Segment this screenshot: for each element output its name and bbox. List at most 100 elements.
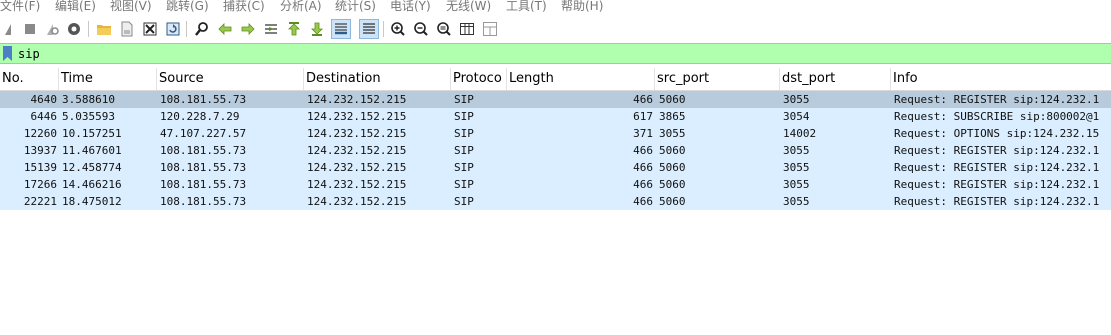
cell-src-port: 5060	[659, 178, 686, 191]
cell-length: 466	[633, 178, 653, 191]
cell-protocol: SIP	[454, 144, 474, 157]
cell-destination: 124.232.152.215	[307, 161, 407, 174]
cell-time: 3.588610	[62, 93, 115, 106]
column-header-protocol[interactable]: Protoco	[451, 68, 507, 90]
column-header-time[interactable]: Time	[59, 68, 157, 90]
menu-telephony[interactable]: 电话(Y)	[390, 0, 431, 14]
table-row[interactable]: 13937 11.467601 108.181.55.73 124.232.152.2…	[0, 142, 1111, 159]
colorize-icon[interactable]	[359, 19, 379, 39]
cell-src-port: 5060	[659, 144, 686, 157]
go-back-icon[interactable]	[216, 20, 234, 38]
cell-time: 11.467601	[62, 144, 122, 157]
menu-wireless[interactable]: 无线(W)	[446, 0, 491, 14]
cell-time: 14.466216	[62, 178, 122, 191]
cell-protocol: SIP	[454, 161, 474, 174]
zoom-normal-icon[interactable]	[435, 20, 453, 38]
cell-source: 47.107.227.57	[160, 127, 247, 140]
main-toolbar	[0, 16, 1111, 42]
column-header-length[interactable]: Length	[507, 68, 655, 90]
menu-help[interactable]: 帮助(H)	[561, 0, 603, 14]
menu-go[interactable]: 跳转(G)	[166, 0, 209, 14]
cell-source: 108.181.55.73	[160, 93, 247, 106]
menu-analyze[interactable]: 分析(A)	[280, 0, 322, 14]
zoom-out-icon[interactable]	[412, 20, 430, 38]
cell-dst-port: 3055	[783, 195, 810, 208]
cell-source: 108.181.55.73	[160, 195, 247, 208]
cell-source: 120.228.7.29	[160, 110, 240, 123]
menu-capture[interactable]: 捕获(C)	[223, 0, 265, 14]
cell-protocol: SIP	[454, 110, 474, 123]
cell-info: Request: REGISTER sip:124.232.1	[894, 144, 1100, 157]
table-row[interactable]: 22221 18.475012 108.181.55.73 124.232.152.2…	[0, 193, 1111, 210]
display-filter-input[interactable]	[16, 45, 1110, 62]
cell-src-port: 5060	[659, 161, 686, 174]
zoom-in-icon[interactable]	[389, 20, 407, 38]
table-row[interactable]: 4640 3.588610 108.181.55.73 124.232.152.215…	[0, 91, 1111, 108]
table-row[interactable]: 12260 10.157251 47.107.227.57 124.232.152.2…	[0, 125, 1111, 142]
cell-destination: 124.232.152.215	[307, 127, 407, 140]
bookmark-icon[interactable]	[2, 46, 13, 61]
table-row[interactable]: 6446 5.035593 120.228.7.29 124.232.152.215 S…	[0, 108, 1111, 125]
column-header-destination[interactable]: Destination	[304, 68, 451, 90]
capture-options-icon[interactable]	[65, 20, 83, 38]
column-header-no[interactable]: No.	[0, 68, 59, 90]
cell-src-port: 3865	[659, 110, 686, 123]
stop-icon[interactable]	[21, 20, 39, 38]
autoscroll-icon[interactable]	[331, 19, 351, 39]
cell-info: Request: REGISTER sip:124.232.1	[894, 161, 1100, 174]
toolbar-separator	[88, 21, 89, 37]
reload-icon[interactable]	[164, 20, 182, 38]
menu-statistics[interactable]: 统计(S)	[335, 0, 376, 14]
open-file-icon[interactable]	[95, 20, 113, 38]
cell-dst-port: 14002	[783, 127, 817, 140]
cell-destination: 124.232.152.215	[307, 93, 407, 106]
cell-src-port: 3055	[659, 127, 686, 140]
menu-file[interactable]: 文件(F)	[0, 0, 40, 14]
go-forward-icon[interactable]	[239, 20, 257, 38]
cell-no: 13937	[23, 144, 57, 157]
menu-tools[interactable]: 工具(T)	[506, 0, 547, 14]
cell-dst-port: 3055	[783, 93, 810, 106]
cell-protocol: SIP	[454, 127, 474, 140]
shark-fin-start-icon[interactable]	[1, 20, 19, 38]
cell-info: Request: REGISTER sip:124.232.1	[894, 195, 1100, 208]
column-header-dst-port[interactable]: dst_port	[780, 68, 891, 90]
cell-length: 617	[633, 110, 653, 123]
cell-info: Request: OPTIONS sip:124.232.15	[894, 127, 1100, 140]
cell-time: 10.157251	[62, 127, 122, 140]
table-row[interactable]: 15139 12.458774 108.181.55.73 124.232.152.2…	[0, 159, 1111, 176]
menu-bar: 文件(F) 编辑(E) 视图(V) 跳转(G) 捕获(C) 分析(A) 统计(S…	[0, 0, 1111, 16]
layout-icon[interactable]	[481, 20, 499, 38]
cell-dst-port: 3055	[783, 161, 810, 174]
cell-no: 17266	[23, 178, 57, 191]
close-file-icon[interactable]	[141, 20, 159, 38]
cell-dst-port: 3055	[783, 144, 810, 157]
column-header-source[interactable]: Source	[157, 68, 304, 90]
save-file-icon[interactable]	[118, 20, 136, 38]
cell-src-port: 5060	[659, 93, 686, 106]
cell-destination: 124.232.152.215	[307, 144, 407, 157]
cell-length: 466	[633, 161, 653, 174]
packet-list-header: No. Time Source Destination Protoco Leng…	[0, 68, 1111, 91]
cell-time: 18.475012	[62, 195, 122, 208]
table-row[interactable]: 17266 14.466216 108.181.55.73 124.232.152.2…	[0, 176, 1111, 193]
column-header-info[interactable]: Info	[891, 68, 1111, 90]
cell-protocol: SIP	[454, 178, 474, 191]
cell-no: 4640	[30, 93, 58, 106]
cell-length: 466	[633, 195, 653, 208]
resize-columns-icon[interactable]	[458, 20, 476, 38]
go-to-packet-icon[interactable]	[262, 20, 280, 38]
find-packet-icon[interactable]	[193, 20, 211, 38]
go-first-icon[interactable]	[285, 20, 303, 38]
cell-time: 5.035593	[62, 110, 115, 123]
restart-icon[interactable]	[43, 20, 61, 38]
cell-info: Request: SUBSCRIBE sip:800002@1	[894, 110, 1100, 123]
column-header-src-port[interactable]: src_port	[655, 68, 780, 90]
menu-view[interactable]: 视图(V)	[110, 0, 152, 14]
cell-destination: 124.232.152.215	[307, 195, 407, 208]
cell-protocol: SIP	[454, 93, 474, 106]
menu-edit[interactable]: 编辑(E)	[55, 0, 96, 14]
cell-no: 12260	[23, 127, 57, 140]
cell-source: 108.181.55.73	[160, 161, 247, 174]
go-last-icon[interactable]	[308, 20, 326, 38]
